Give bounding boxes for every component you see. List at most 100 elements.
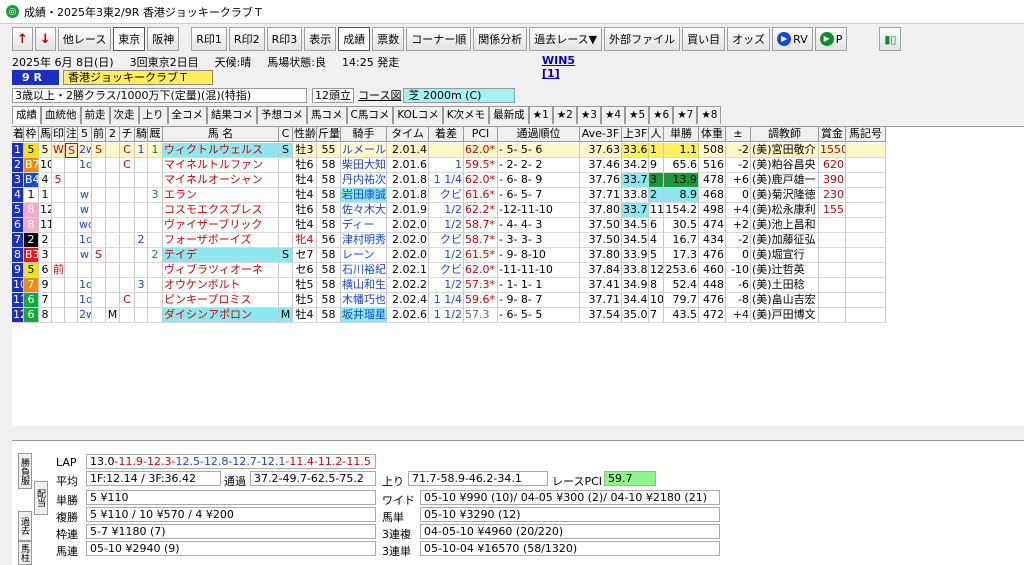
table-cell: ピンキープロミス xyxy=(163,293,279,308)
win5-link[interactable]: WIN5 [1] xyxy=(542,54,575,80)
tab-8[interactable]: 馬コメ xyxy=(307,106,347,124)
table-cell: 516 xyxy=(699,158,726,173)
corner-order-button[interactable]: コーナー順 xyxy=(406,27,472,51)
past-race-button[interactable]: 過去レース▼ xyxy=(529,27,603,51)
tab-0[interactable]: 成績 xyxy=(12,106,41,124)
table-cell xyxy=(846,143,886,158)
r-mark3-button[interactable]: R印3 xyxy=(266,27,303,51)
table-cell: 58 xyxy=(317,173,341,188)
table-cell: 6 xyxy=(39,263,52,278)
table-cell: 木幡巧也 xyxy=(341,293,387,308)
tab-16[interactable]: ★4 xyxy=(600,106,626,124)
tab-14[interactable]: ★2 xyxy=(552,106,577,124)
table-cell: 5 xyxy=(24,143,39,158)
table-cell: 5 xyxy=(52,173,65,188)
table-cell: 1 xyxy=(649,143,664,158)
table-row[interactable]: 9 5 6 前 ヴィブラツィオーネ セ6 58 石川裕紀 2.02.1 クビ 62.0* -11-11… xyxy=(12,263,886,278)
results-button[interactable]: 成績 xyxy=(338,27,371,51)
tab-5[interactable]: 全コメ xyxy=(167,106,207,124)
column-header: 体重 xyxy=(699,127,726,142)
r-mark2-button[interactable]: R印2 xyxy=(228,27,265,51)
table-row[interactable]: 3 B4 4 5 マイネルオーシャン 牡4 58 丹内祐次 2.01.8 1 1/4 62.0* - … xyxy=(12,173,886,188)
table-cell: ダイシンアポロン xyxy=(163,308,279,323)
table-cell: 58 xyxy=(317,203,341,218)
table-row[interactable]: 1079 1d 3 オウケンボルト牡558横山和生2.02.21/257.3*- 1-… xyxy=(12,278,886,293)
table-row[interactable]: 155WS2wSC11ウィクトルウェルスS牡355ルメール2.01.462.0*… xyxy=(12,143,886,158)
table-cell xyxy=(65,158,78,173)
tab-past[interactable]: 過去 xyxy=(18,511,32,541)
odds-button[interactable]: オッズ xyxy=(727,27,771,51)
table-row[interactable]: 6811wdヴァイザーブリック牡458ディー2.02.01/258.7*- 4-… xyxy=(12,218,886,233)
external-file-button[interactable]: 外部ファイル xyxy=(604,27,681,51)
table-cell: 2.02.0 xyxy=(387,233,429,248)
tab-7[interactable]: 予想コメ xyxy=(257,106,307,124)
tab-10[interactable]: KOLコメ xyxy=(393,106,443,124)
table-row[interactable]: 7 2 2 1d 2 フォーザボーイズ 牝4 56 津村明秀 2.02.0 クビ 58.7* - 3- … xyxy=(12,233,886,248)
tab-19[interactable]: ★7 xyxy=(673,106,698,124)
tab-silks[interactable]: 勝負服 xyxy=(18,453,32,489)
table-cell: 58 xyxy=(317,158,341,173)
tab-9[interactable]: C馬コメ xyxy=(346,106,394,124)
play-icon: ▶ xyxy=(819,32,834,46)
tab-11[interactable]: K次メモ xyxy=(442,106,490,124)
table-cell: 62.0* xyxy=(464,173,498,188)
tab-3[interactable]: 次走 xyxy=(109,106,139,124)
table-row[interactable]: 4 1 1 w 3 エラン 牡4 58 岩田康誠 2.01.8 クビ 61.6* - 6- 5- 7 37… xyxy=(12,188,886,203)
tab-payout[interactable]: 配当 xyxy=(34,481,48,515)
hanshin-button[interactable]: 阪神 xyxy=(147,27,180,51)
table-row[interactable]: 11671dCピンキープロミス牡558木幡巧也2.02.41 1/459.6*-… xyxy=(12,293,886,308)
table-cell: 牡4 xyxy=(293,308,317,323)
table-cell: - 2- 2- 2 xyxy=(498,158,580,173)
display-button[interactable]: 表示 xyxy=(304,27,337,51)
table-cell: 2 xyxy=(12,158,24,173)
column-header: ± xyxy=(726,127,751,142)
table-row[interactable]: 8 B3 3 w S 2 テイデ S セ7 58 レーン 2.02.0 1/2 61.5* - 9- 8-1… xyxy=(12,248,886,263)
table-cell: 牡4 xyxy=(293,188,317,203)
ranking-icon[interactable]: ▮▯ xyxy=(879,27,902,51)
payout-label: 3連複 xyxy=(382,528,411,541)
table-row[interactable]: 2B710 1d C マイネルトルファン牡658柴田大知2.01.6159.5*- 2… xyxy=(12,158,886,173)
table-row[interactable]: 12682wMダイシンアポロンM牡458坂井瑠星2.02.61 1/257.3-… xyxy=(12,308,886,323)
table-cell xyxy=(52,308,65,323)
table-cell: 460 xyxy=(699,263,726,278)
table-cell: 8 xyxy=(39,308,52,323)
tab-15[interactable]: ★3 xyxy=(576,106,601,124)
tab-2[interactable]: 前走 xyxy=(80,106,110,124)
table-cell xyxy=(279,218,293,233)
p-button[interactable]: ▶ P xyxy=(814,27,848,51)
table-cell xyxy=(846,158,886,173)
course-map-button[interactable]: コース図 xyxy=(358,87,401,103)
bottom-panel: 勝負服 配当 過去 馬柱 LAP 13.0-11.9-12.3-12.5-12.… xyxy=(12,440,1024,565)
table-cell: 58 xyxy=(317,308,341,323)
other-race-button[interactable]: 他レース xyxy=(57,27,112,51)
buy-eye-button[interactable]: 買い目 xyxy=(682,27,726,51)
table-cell: C xyxy=(120,293,135,308)
table-cell: (美)戸田博文 xyxy=(751,308,819,323)
table-cell: 620 xyxy=(819,158,846,173)
tab-17[interactable]: ★5 xyxy=(625,106,650,124)
arrow-up-icon[interactable]: ↑ xyxy=(12,27,33,51)
tab-1[interactable]: 血統他 xyxy=(41,106,81,124)
tab-horse-column[interactable]: 馬柱 xyxy=(18,541,32,565)
weather: 天候:晴 xyxy=(214,56,252,69)
table-cell xyxy=(135,158,148,173)
table-cell: ウィクトルウェルス xyxy=(163,143,279,158)
r-mark1-button[interactable]: R印1 xyxy=(191,27,227,51)
table-cell: 3 xyxy=(39,248,52,263)
tab-6[interactable]: 結果コメ xyxy=(207,106,257,124)
tab-18[interactable]: ★6 xyxy=(649,106,674,124)
tab-20[interactable]: ★8 xyxy=(697,106,722,124)
payout-value: 05-10-04 ¥16570 (58/1320) xyxy=(420,541,720,556)
table-cell: 3 xyxy=(649,173,664,188)
tab-4[interactable]: 上り xyxy=(138,106,168,124)
tab-12[interactable]: 最新成 xyxy=(489,106,529,124)
tab-13[interactable]: ★1 xyxy=(528,106,553,124)
tokyo-button[interactable]: 東京 xyxy=(113,27,146,51)
relation-analysis-button[interactable]: 関係分析 xyxy=(473,27,528,51)
table-row[interactable]: 5812wコスモエクスプレス牡658佐々木大2.01.91/262.2*-12-… xyxy=(12,203,886,218)
arrow-down-icon[interactable]: ↓ xyxy=(34,27,56,51)
table-cell: 58 xyxy=(317,263,341,278)
rv-button[interactable]: ▶ RV xyxy=(772,27,813,51)
table-cell xyxy=(120,308,135,323)
votes-button[interactable]: 票数 xyxy=(372,27,405,51)
